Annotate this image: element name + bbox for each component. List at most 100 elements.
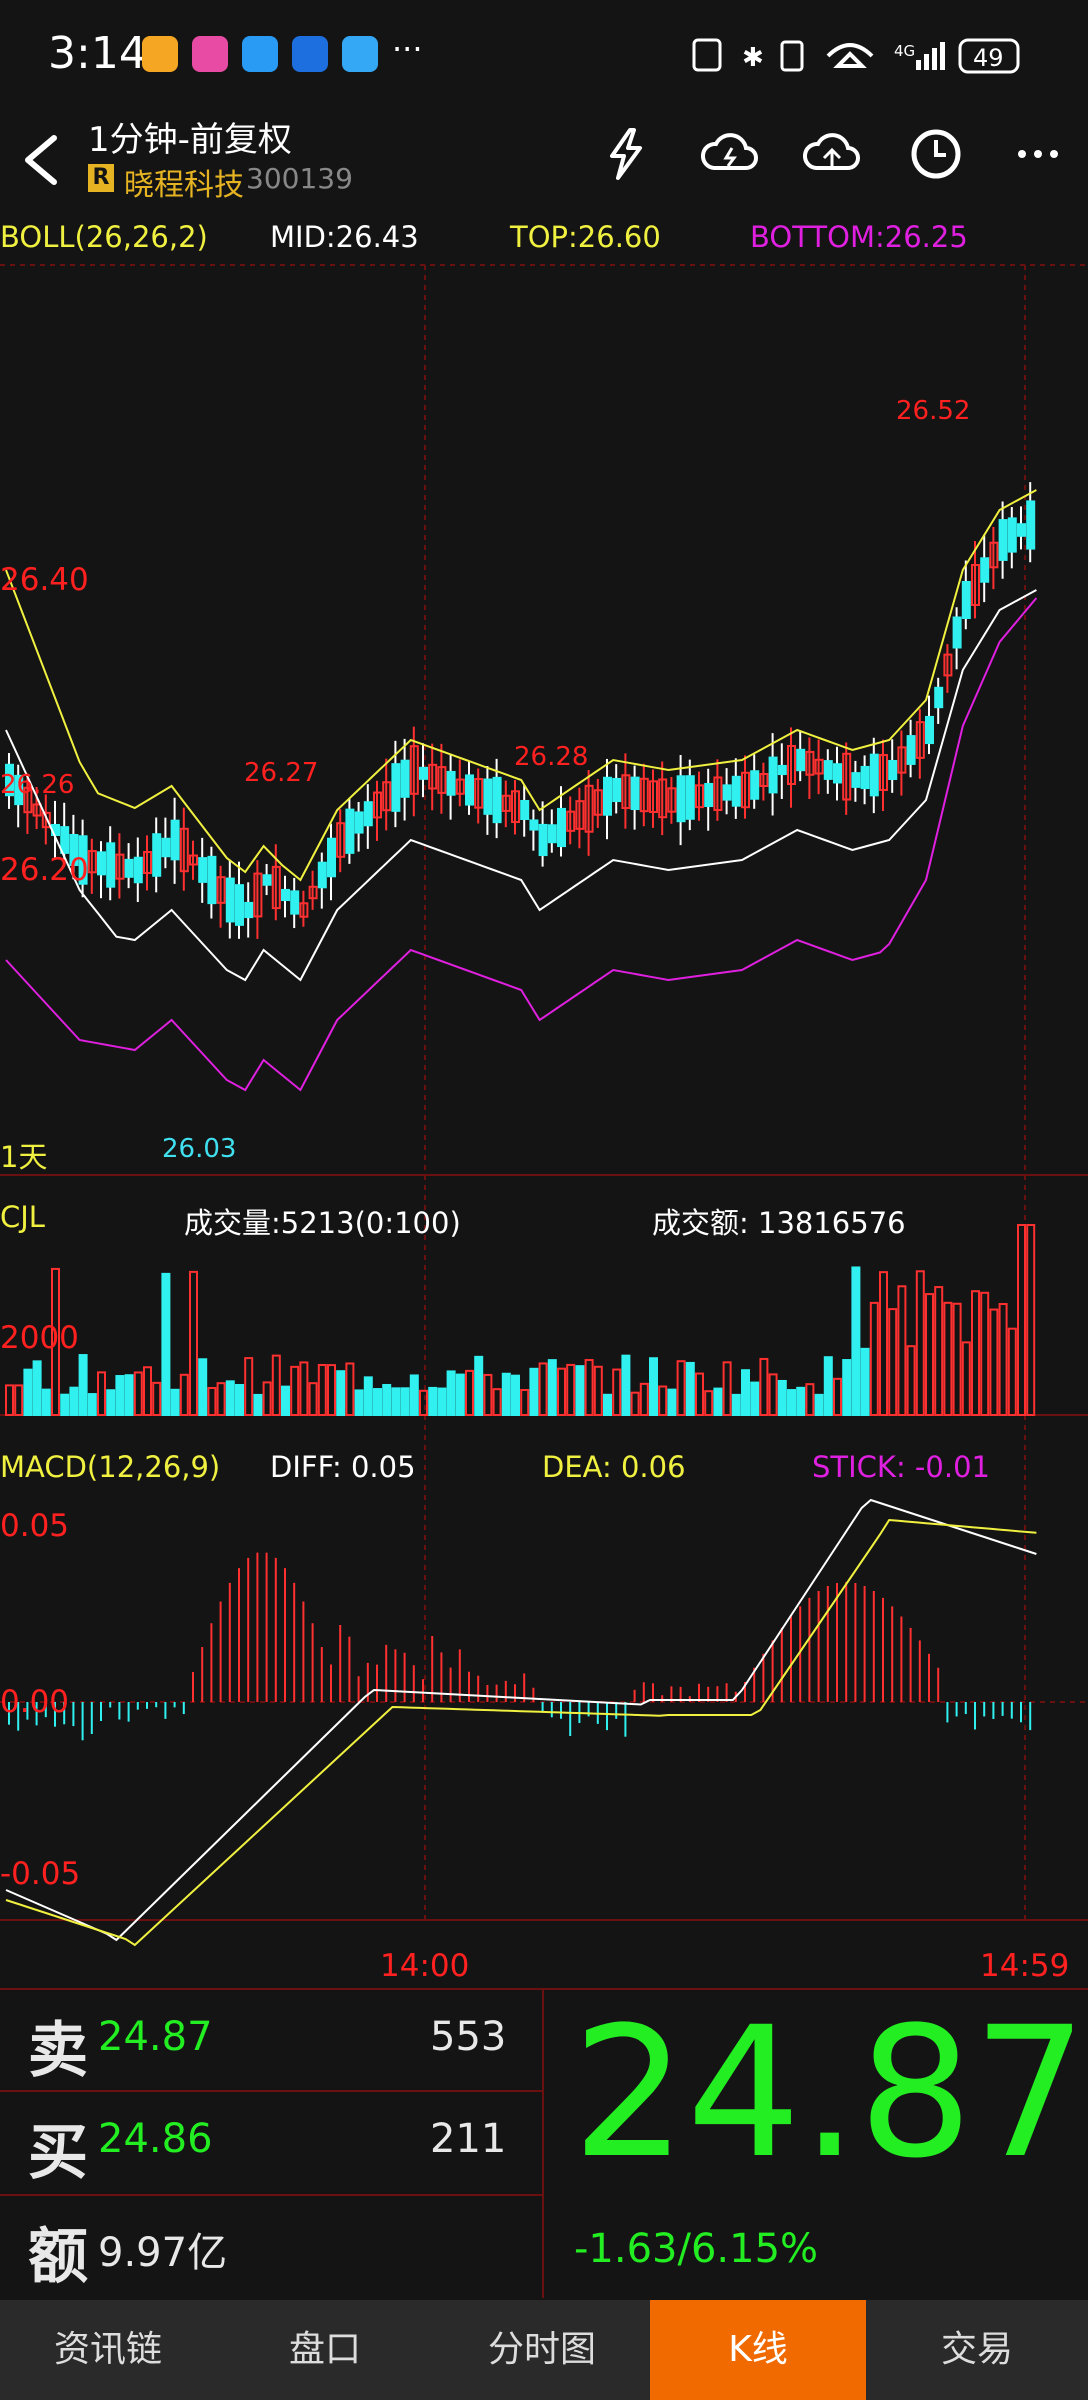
price-ylabel: 26.40 xyxy=(0,562,89,598)
volume-bar xyxy=(253,1393,263,1416)
wifi-icon xyxy=(826,43,874,68)
volume-bar xyxy=(363,1376,373,1417)
volume-bar xyxy=(446,1370,456,1416)
volume-bar xyxy=(382,1383,392,1416)
back-arrow-icon[interactable] xyxy=(16,130,66,190)
volume-bar xyxy=(713,1387,723,1416)
volume-bar xyxy=(529,1367,539,1417)
candle-body xyxy=(860,765,870,790)
candle-body xyxy=(603,776,612,816)
candle-body xyxy=(934,686,944,709)
volume-bar xyxy=(225,1380,235,1416)
macd-dea: DEA: 0.06 xyxy=(542,1450,686,1484)
volume-bar xyxy=(915,1270,925,1417)
volume-bar xyxy=(759,1357,769,1417)
cloud-upload-icon[interactable] xyxy=(802,124,862,184)
volume-bar xyxy=(308,1382,318,1416)
volume-bar xyxy=(5,1384,14,1416)
candle-body xyxy=(290,890,300,915)
stock-name: 晓程科技 xyxy=(124,168,244,203)
kline-chart[interactable] xyxy=(0,210,1088,1990)
volume-bar xyxy=(639,1382,649,1417)
volume-bar xyxy=(271,1354,281,1416)
clock-icon[interactable] xyxy=(906,124,966,184)
volume-bar xyxy=(566,1363,576,1416)
app-notification-icon xyxy=(142,36,178,72)
sell-row: 卖 24.87 553 xyxy=(0,1988,540,2088)
candle-body xyxy=(492,776,502,824)
app-notification-icon xyxy=(242,36,278,72)
stock-tag-badge: R xyxy=(88,164,114,192)
volume-bar xyxy=(78,1354,88,1417)
macd-ylabel: 0.05 xyxy=(0,1508,70,1544)
candle-body xyxy=(363,801,373,827)
chart-grid xyxy=(0,264,1088,1921)
volume-bar xyxy=(133,1371,143,1416)
candle-body xyxy=(796,748,806,772)
volume-bar xyxy=(879,1271,888,1417)
candle-body xyxy=(465,774,474,806)
price-annotation: 26.26 xyxy=(0,770,75,800)
candle-body xyxy=(152,833,162,877)
tab-news-chain[interactable]: 资讯链 xyxy=(0,2300,216,2400)
candle-body xyxy=(888,759,898,781)
volume-bar xyxy=(327,1364,336,1417)
more-menu-icon[interactable] xyxy=(1010,124,1070,184)
volume-bar xyxy=(216,1382,226,1417)
volume-bar xyxy=(612,1368,622,1416)
quote-panel: 卖 24.87 553 买 24.86 211 额 9.97亿 24.87 -1… xyxy=(0,1988,1088,2298)
boll-mid-line xyxy=(5,589,1037,982)
volume-bar xyxy=(704,1390,714,1416)
candle-body xyxy=(777,764,787,776)
candle-body xyxy=(768,756,778,794)
price-annotation: 26.52 xyxy=(896,396,971,426)
candle-body xyxy=(980,557,990,583)
candle-body xyxy=(685,775,695,820)
volume-bar xyxy=(584,1359,594,1416)
volume-bar xyxy=(409,1374,419,1417)
candle-body xyxy=(317,861,327,889)
candle-body xyxy=(630,776,640,811)
macd-diff-line xyxy=(5,1498,1037,1942)
volume-bar xyxy=(593,1365,603,1416)
tab-intraday[interactable]: 分时图 xyxy=(434,2300,650,2400)
volume-bar xyxy=(676,1360,686,1416)
volume-bar xyxy=(998,1303,1008,1416)
volume-bar xyxy=(971,1290,980,1417)
buy-label: 买 xyxy=(28,2118,88,2188)
volume-bar xyxy=(400,1387,410,1417)
candle-body xyxy=(133,856,143,884)
volume-bar xyxy=(474,1355,484,1416)
volume-bar xyxy=(621,1354,631,1416)
tab-kline[interactable]: K线 xyxy=(650,2300,866,2400)
volume-bar xyxy=(989,1308,999,1416)
volume-bar xyxy=(777,1379,787,1416)
volume-bar xyxy=(980,1291,990,1416)
tab-trade[interactable]: 交易 xyxy=(866,2300,1088,2400)
candle-body xyxy=(731,775,741,807)
volume-bar xyxy=(943,1301,953,1417)
candle-body xyxy=(483,778,493,815)
volume-bar xyxy=(437,1387,447,1417)
volume-bars xyxy=(5,1224,1036,1417)
volume-bar xyxy=(952,1302,962,1416)
sell-label: 卖 xyxy=(28,2016,88,2086)
tab-order-book[interactable]: 盘口 xyxy=(216,2300,434,2400)
status-time: 3:14 xyxy=(48,28,147,79)
volume-bar xyxy=(14,1384,24,1416)
candle-body xyxy=(538,823,548,857)
vibrate-icon xyxy=(780,40,804,72)
more-notifications-icon: ··· xyxy=(392,30,423,68)
volume-ylabel: 2000 xyxy=(0,1320,79,1356)
svg-text:49: 49 xyxy=(973,44,1004,72)
system-status-icons: ✱ 4G 49 xyxy=(692,38,1020,74)
cloud-sync-icon[interactable] xyxy=(700,124,760,184)
volume-bar xyxy=(603,1393,612,1416)
lightning-icon[interactable] xyxy=(596,124,656,184)
volume-bar xyxy=(842,1359,852,1416)
amount-label: 额 xyxy=(28,2222,88,2292)
price-annotation: 26.28 xyxy=(514,742,589,772)
candle-body xyxy=(823,760,833,780)
signal-icon xyxy=(916,60,921,70)
volume-bar xyxy=(60,1393,70,1416)
